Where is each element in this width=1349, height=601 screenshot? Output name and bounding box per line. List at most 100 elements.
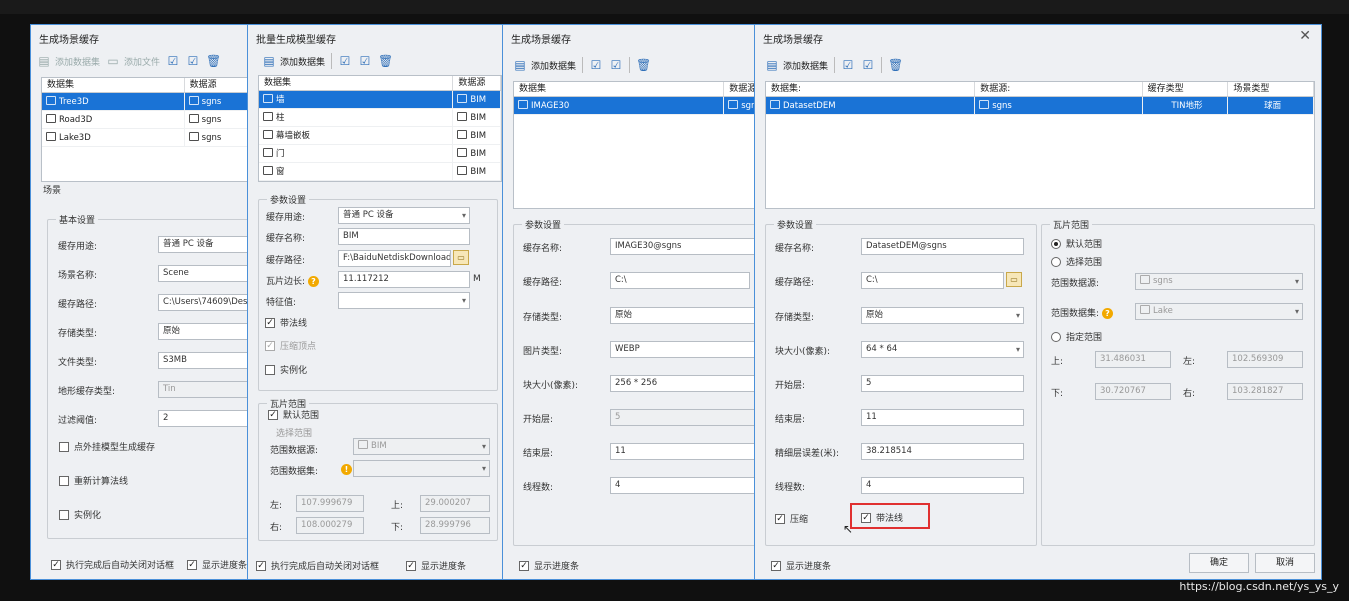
bottom-input[interactable]: 28.999796 [420, 517, 490, 534]
show-progress-checkbox[interactable]: ✓ 显示进度条 [187, 558, 247, 571]
delete-icon[interactable]: 🗑 [378, 54, 393, 68]
folder-icon[interactable]: ▭ [1006, 272, 1022, 287]
tab-scene[interactable]: 场景 [43, 183, 61, 196]
filter-threshold-input[interactable]: 2 [158, 410, 254, 427]
add-dataset-button[interactable]: ▤ 添加数据集 [37, 54, 100, 68]
range-dataset-select[interactable]: Lake ▾ [1135, 303, 1303, 320]
compress-checkbox[interactable]: ✓ 压缩 [775, 512, 808, 525]
left-input[interactable]: 107.999679 [296, 495, 364, 512]
add-dataset-button[interactable]: ▤ 添加数据集 [513, 58, 576, 72]
auto-close-checkbox[interactable]: ✓ 执行完成后自动关闭对话框 [256, 559, 379, 572]
normals-checkbox[interactable]: ✓ 带法线 [265, 316, 307, 329]
show-progress-checkbox[interactable]: ✓ 显示进度条 [519, 559, 579, 572]
table-row[interactable]: Tree3D sgns [42, 93, 254, 111]
show-progress-checkbox[interactable]: ✓ 显示进度条 [406, 559, 466, 572]
invert-select-icon[interactable]: ☑ [609, 58, 623, 72]
delete-icon[interactable]: 🗑 [206, 54, 221, 68]
add-file-button[interactable]: ▭ 添加文件 [106, 54, 160, 68]
table-row[interactable]: 柱 BIM [259, 109, 501, 127]
help-icon[interactable]: ! [341, 464, 352, 475]
storage-type-select[interactable]: 原始 [158, 323, 254, 340]
range-source-select[interactable]: BIM ▾ [353, 438, 490, 455]
threads-input[interactable]: 4 [861, 477, 1024, 494]
cache-name-input[interactable]: BIM [338, 228, 470, 245]
chevron-down-icon: ▾ [461, 296, 466, 305]
cache-path-input[interactable]: C:\ [861, 272, 1004, 289]
block-size-select[interactable]: 256 * 256 [610, 375, 755, 392]
cache-path-input[interactable]: F:\BaiduNetdiskDownload\ [338, 250, 451, 267]
scene-name-input[interactable]: Scene [158, 265, 254, 282]
table-row[interactable]: 门 BIM [259, 145, 501, 163]
compress-vertices-checkbox[interactable]: ✓ 压缩顶点 [265, 339, 316, 352]
terrain-type-select[interactable]: Tin [158, 381, 254, 398]
select-all-icon[interactable]: ☑ [841, 58, 855, 72]
bottom-input[interactable]: 30.720767 [1095, 383, 1171, 400]
delete-icon[interactable]: 🗑 [888, 58, 903, 72]
instancing-checkbox[interactable]: 实例化 [265, 363, 307, 376]
select-all-icon[interactable]: ☑ [338, 54, 352, 68]
select-all-icon[interactable]: ☑ [166, 54, 180, 68]
invert-select-icon[interactable]: ☑ [186, 54, 200, 68]
storage-type-select[interactable]: 原始 ▾ [861, 307, 1024, 324]
precision-input[interactable]: 38.218514 [861, 443, 1024, 460]
cancel-button[interactable]: 取消 [1255, 553, 1315, 573]
end-level-input[interactable]: 11 [610, 443, 755, 460]
toolbar-separator [881, 57, 883, 73]
threads-input[interactable]: 4 [610, 477, 755, 494]
scene-type-cell[interactable]: 球面 [1228, 97, 1314, 114]
grid-header: 数据集 数据源 [514, 82, 755, 97]
start-level-input[interactable]: 5 [861, 375, 1024, 392]
feature-select[interactable]: ▾ [338, 292, 470, 309]
image-type-select[interactable]: WEBP [610, 341, 755, 358]
default-range-checkbox[interactable]: ✓ 默认范围 [268, 408, 319, 421]
purpose-select[interactable]: 普通 PC 设备 [158, 236, 254, 253]
invert-select-icon[interactable]: ☑ [358, 54, 372, 68]
recalc-normals-checkbox[interactable]: 重新计算法线 [59, 474, 128, 487]
top-input[interactable]: 31.486031 [1095, 351, 1171, 368]
cache-name-input[interactable]: DatasetDEM@sgns [861, 238, 1024, 255]
delete-icon[interactable]: 🗑 [636, 58, 651, 72]
table-row[interactable]: Lake3D sgns [42, 129, 254, 147]
top-input[interactable]: 29.000207 [420, 495, 490, 512]
file-type-select[interactable]: S3MB [158, 352, 254, 369]
tile-edge-input[interactable]: 11.117212 [338, 271, 470, 288]
end-level-input[interactable]: 11 [861, 409, 1024, 426]
select-all-icon[interactable]: ☑ [589, 58, 603, 72]
range-source-select[interactable]: sgns ▾ [1135, 273, 1303, 290]
normals-checkbox[interactable]: ✓ 带法线 [861, 511, 903, 524]
add-dataset-button[interactable]: ▤ 添加数据集 [262, 54, 325, 68]
instancing-checkbox[interactable]: 实例化 [59, 508, 101, 521]
right-input[interactable]: 108.000279 [296, 517, 364, 534]
table-row[interactable]: DatasetDEM sgns TIN地形 球面 [766, 97, 1314, 115]
table-row[interactable]: 窗 BIM [259, 163, 501, 181]
folder-icon[interactable]: ▭ [453, 250, 469, 265]
default-range-radio[interactable]: 默认范围 [1051, 237, 1102, 250]
left-input[interactable]: 102.569309 [1227, 351, 1303, 368]
table-row[interactable]: 墙 BIM [259, 91, 501, 109]
table-row[interactable]: 幕墙嵌板 BIM [259, 127, 501, 145]
ok-button[interactable]: 确定 [1189, 553, 1249, 573]
add-dataset-button[interactable]: ▤ 添加数据集 [765, 58, 828, 72]
point-model-checkbox[interactable]: 点外挂模型生成缓存 [59, 440, 155, 453]
range-dataset-select[interactable]: ▾ [353, 460, 490, 477]
table-row[interactable]: IMAGE30 sgr [514, 97, 755, 115]
help-icon[interactable]: ? [1101, 308, 1113, 319]
storage-type-select[interactable]: 原始 [610, 307, 755, 324]
invert-select-icon[interactable]: ☑ [861, 58, 875, 72]
block-size-select[interactable]: 64 * 64 ▾ [861, 341, 1024, 358]
show-progress-checkbox[interactable]: ✓ 显示进度条 [771, 559, 831, 572]
cache-path-label: 缓存路径: [523, 278, 563, 288]
cache-path-input[interactable]: C:\Users\74609\Deskto [158, 294, 254, 311]
purpose-select[interactable]: 普通 PC 设备 ▾ [338, 207, 470, 224]
start-level-input[interactable]: 5 [610, 409, 755, 426]
select-range-radio[interactable]: 选择范围 [1051, 255, 1102, 268]
cache-type-cell[interactable]: TIN地形 [1143, 97, 1229, 114]
auto-close-checkbox[interactable]: ✓ 执行完成后自动关闭对话框 [51, 558, 174, 571]
cache-path-input[interactable]: C:\ [610, 272, 750, 289]
cache-name-input[interactable]: IMAGE30@sgns [610, 238, 755, 255]
specify-range-radio[interactable]: 指定范围 [1051, 330, 1102, 343]
help-icon[interactable]: ? [307, 276, 319, 287]
table-row[interactable]: Road3D sgns [42, 111, 254, 129]
close-icon[interactable]: ✕ [1299, 28, 1311, 44]
right-input[interactable]: 103.281827 [1227, 383, 1303, 400]
